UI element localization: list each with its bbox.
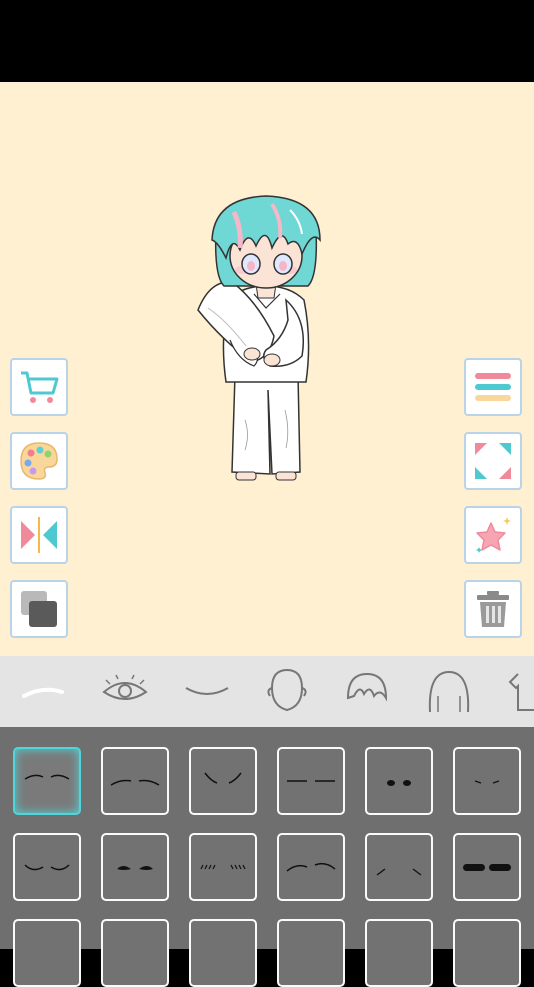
tab-eyebrows[interactable] <box>16 664 70 718</box>
eyebrow-option-1[interactable] <box>13 747 81 815</box>
category-tab-bar <box>0 656 534 727</box>
status-bar-area <box>0 0 534 82</box>
bangs-icon <box>346 672 388 702</box>
eyebrow-preview <box>463 864 511 871</box>
eyebrow-preview <box>110 779 160 786</box>
character-canvas <box>0 82 534 656</box>
hair-icon <box>428 670 470 713</box>
color-palette-icon <box>20 442 58 480</box>
eyebrow-option-11[interactable] <box>365 833 433 901</box>
eyebrow-options-grid <box>0 727 534 987</box>
eyebrow-option-17[interactable] <box>365 919 433 987</box>
eyebrow-option-3[interactable] <box>189 747 257 815</box>
menu-icon <box>475 373 511 401</box>
eye-icon <box>102 674 148 700</box>
eyebrow-option-2[interactable] <box>101 747 169 815</box>
eyebrow-preview <box>376 868 422 876</box>
star-icon <box>476 517 511 553</box>
flip-horizontal-icon <box>21 517 57 553</box>
eyebrow-option-16[interactable] <box>277 919 345 987</box>
eyebrow-preview <box>204 772 242 784</box>
eyebrow-preview <box>200 864 246 870</box>
eyebrow-option-18[interactable] <box>453 919 521 987</box>
eyebrow-preview <box>474 780 500 784</box>
eyebrow-option-12[interactable] <box>453 833 521 901</box>
tab-back-hair[interactable] <box>422 664 476 718</box>
menu-button[interactable] <box>464 358 522 416</box>
eyebrow-option-14[interactable] <box>101 919 169 987</box>
eyebrow-preview <box>387 780 411 786</box>
eyebrow-icon <box>22 687 64 698</box>
tab-mouth[interactable] <box>180 664 234 718</box>
expand-icon <box>475 443 511 479</box>
character-avatar[interactable] <box>190 190 340 486</box>
favorites-button[interactable] <box>464 506 522 564</box>
shopping-cart-icon <box>21 371 59 403</box>
tab-front-hair[interactable] <box>340 664 394 718</box>
eyebrow-option-6[interactable] <box>453 747 521 815</box>
eyebrow-option-15[interactable] <box>189 919 257 987</box>
cart-button[interactable] <box>10 358 68 416</box>
eyebrow-option-9[interactable] <box>189 833 257 901</box>
tab-clothes[interactable] <box>500 664 534 718</box>
eyebrow-option-7[interactable] <box>13 833 81 901</box>
eyebrow-preview <box>286 862 336 872</box>
shirt-icon <box>508 673 534 711</box>
palette-button[interactable] <box>10 432 68 490</box>
eyebrow-preview <box>24 774 70 780</box>
eyebrow-option-8[interactable] <box>101 833 169 901</box>
mouth-icon <box>185 687 229 695</box>
layers-icon <box>21 591 57 627</box>
flip-button[interactable] <box>10 506 68 564</box>
eyebrow-option-5[interactable] <box>365 747 433 815</box>
tab-eyes[interactable] <box>98 664 152 718</box>
eyebrow-option-13[interactable] <box>13 919 81 987</box>
trash-icon <box>477 591 509 627</box>
fullscreen-button[interactable] <box>464 432 522 490</box>
eyebrow-preview <box>24 864 70 871</box>
eyebrow-preview <box>117 866 153 870</box>
delete-button[interactable] <box>464 580 522 638</box>
tab-face[interactable] <box>260 664 314 718</box>
layers-button[interactable] <box>10 580 68 638</box>
eyebrow-option-4[interactable] <box>277 747 345 815</box>
face-icon <box>267 668 307 712</box>
eyebrow-preview <box>287 780 335 782</box>
eyebrow-option-10[interactable] <box>277 833 345 901</box>
